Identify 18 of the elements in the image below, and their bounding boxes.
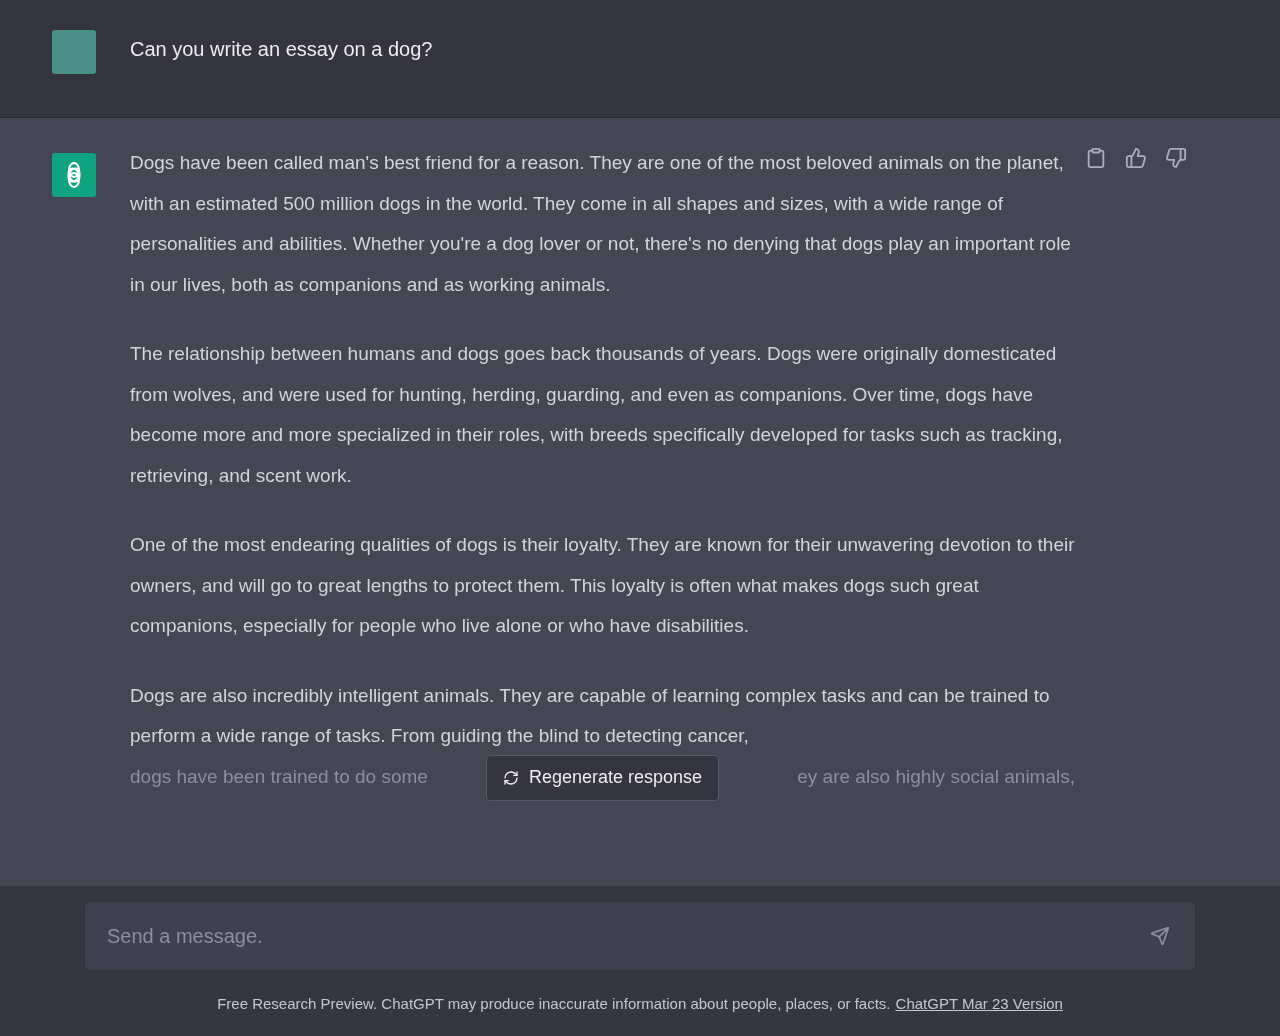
thumbs-up-icon[interactable] [1125,147,1147,169]
user-message: Can you write an essay on a dog? [130,37,433,62]
message-input-field[interactable]: Send a message. [84,901,1196,971]
response-paragraph: One of the most endearing qualities of dogs is their loyalty. They are known for their unwavering devotion to their owners, and will go to great lengths to protect them. This loyalty is often what makes dogs such great companions, especially for people who live alone or who have disabilities. [130,533,1075,638]
clipboard-icon[interactable] [1085,147,1107,169]
assistant-avatar-icon [52,153,96,197]
response-paragraph: Dogs are also incredibly intelligent animals. They are capable of learning complex tasks and can be trained to perform a wide range of tasks. From guiding the blind to detecting cancer, [130,683,1051,748]
refresh-icon [503,769,519,786]
send-icon[interactable] [1150,926,1170,946]
response-paragraph: The relationship between humans and dogs goes back thousands of years. Dogs were originally domesticated from wolves, and were used for hunting, herding, guarding, and even as companions. Over time, dogs have become more and more specialized in their roles, with breeds specifically developed for tasks such as tracking, retrieving, and scent work. [130,342,1064,488]
regenerate-button[interactable]: Regenerate response [486,754,720,801]
response-text-fragment: ey are also highly social animals, [797,764,1075,789]
response-text-fragment: dogs have been trained to do some [130,764,428,789]
version-link[interactable]: ChatGPT Mar 23 Version [895,993,1063,1016]
thumbs-down-icon[interactable] [1165,147,1187,169]
disclaimer-text: Free Research Preview. ChatGPT may produce inaccurate information about people, places, or facts. [217,994,891,1014]
response-paragraph: Dogs have been called man's best friend for a reason. They are one of the most beloved animals on the planet, with an estimated 500 million dogs in the world. They come in all shapes and sizes, with a wide range of personalities and abilities. Whether you're a dog lover or not, there's no denying that dogs play an important role in our lives, both as companions and as working animals. [130,151,1072,297]
avatar-photo-placeholder [52,30,96,74]
